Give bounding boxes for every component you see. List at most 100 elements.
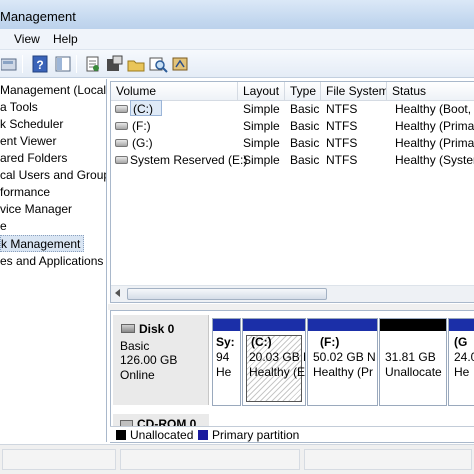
partition-bar <box>380 319 446 331</box>
partition-size: 50.02 GB N <box>313 350 376 364</box>
partition-status: He <box>454 365 470 379</box>
tree-item-shared-folders[interactable]: ared Folders <box>0 150 70 167</box>
toolbar-separator <box>22 55 23 73</box>
tree-item-device-manager[interactable]: vice Manager <box>0 201 75 218</box>
legend: Unallocated Primary partition <box>110 426 474 442</box>
disk-name: Disk 0 <box>139 322 175 336</box>
tree-item-event-viewer[interactable]: ent Viewer <box>0 133 59 150</box>
volume-status: Healthy (Primary <box>395 136 474 150</box>
partition-status: Healthy (E <box>249 365 306 379</box>
column-header-volume[interactable]: Volume <box>111 82 238 101</box>
partition-system-reserved[interactable]: Sy: 94 He <box>212 318 241 406</box>
menu-help[interactable]: Help <box>53 32 78 46</box>
partition-name: (G <box>454 335 468 349</box>
toolbar-separator <box>76 55 77 73</box>
volume-file-system: NTFS <box>326 136 358 150</box>
disk-0-label[interactable]: Disk 0 Basic 126.00 GB Online <box>113 315 209 405</box>
status-segment <box>2 449 116 470</box>
search-icon[interactable] <box>148 54 168 73</box>
volume-status: Healthy (Boot, Pa <box>395 102 474 116</box>
legend-swatch-unallocated <box>116 430 126 440</box>
disk-type: Basic <box>120 339 150 353</box>
wizard-icon[interactable] <box>170 54 189 73</box>
status-bar <box>0 444 474 474</box>
disk-icon[interactable] <box>0 54 17 73</box>
partition-status: Healthy (Pr <box>313 365 374 379</box>
legend-label-unallocated: Unallocated <box>130 428 194 442</box>
column-header-file-system[interactable]: File System <box>321 82 387 101</box>
partition-name: Sy: <box>216 335 235 349</box>
volume-name[interactable]: (G:) <box>132 135 153 151</box>
volume-icon <box>115 105 128 113</box>
partition-size: 20.03 GB N <box>249 350 306 364</box>
partition-name: (F:) <box>320 335 340 349</box>
status-segment <box>304 449 472 470</box>
settings-icon[interactable] <box>104 54 123 73</box>
volume-icon <box>115 139 128 147</box>
volume-layout: Simple <box>243 153 280 167</box>
partition-bar <box>308 319 377 331</box>
partition-size: 94 <box>216 350 230 364</box>
column-header-type[interactable]: Type <box>285 82 321 101</box>
open-folder-icon[interactable] <box>126 54 145 73</box>
volume-status: Healthy (System <box>395 153 474 167</box>
volume-layout: Simple <box>243 136 280 150</box>
volume-type: Basic <box>290 153 320 167</box>
menu-view[interactable]: View <box>14 32 40 46</box>
volume-icon <box>115 122 128 130</box>
scroll-left-icon[interactable] <box>115 289 120 297</box>
tree-item-local-users-groups[interactable]: cal Users and Groups <box>0 167 106 184</box>
partition-f[interactable]: (F:) 50.02 GB N Healthy (Pr <box>307 318 378 406</box>
partition-bar <box>449 319 474 331</box>
tree-item-system-tools[interactable]: a Tools <box>0 99 41 116</box>
legend-label-primary: Primary partition <box>212 428 300 442</box>
partition-bar <box>213 319 240 331</box>
partition-status: He <box>216 365 232 379</box>
volume-icon <box>115 156 128 164</box>
volume-name[interactable]: (C:) <box>130 100 162 116</box>
horizontal-scrollbar[interactable] <box>111 285 474 302</box>
status-segment <box>120 449 300 470</box>
column-header-status[interactable]: Status <box>387 82 474 101</box>
volume-file-system: NTFS <box>326 153 358 167</box>
partition-size: 31.81 GB <box>385 350 436 364</box>
legend-swatch-primary <box>198 430 208 440</box>
disk-map: Disk 0 Basic 126.00 GB Online Sy: 94 He … <box>110 310 474 443</box>
navigation-tree: Management (Local a Tools k Scheduler en… <box>0 79 107 442</box>
disk-state: Online <box>120 368 155 382</box>
properties-icon[interactable] <box>82 54 101 73</box>
scrollbar-thumb[interactable] <box>127 288 327 300</box>
volume-status: Healthy (Primary <box>395 119 474 133</box>
volume-list: Volume Layout Type File System Status (C… <box>110 81 474 303</box>
volume-file-system: NTFS <box>326 119 358 133</box>
volume-name[interactable]: System Reserved (E:) <box>130 152 247 168</box>
partition-unallocated[interactable]: 31.81 GB Unallocate <box>379 318 447 406</box>
partition-bar <box>243 319 305 331</box>
column-header-layout[interactable]: Layout <box>238 82 285 101</box>
partition-status: Unallocate <box>385 365 442 379</box>
volume-file-system: NTFS <box>326 102 358 116</box>
volume-type: Basic <box>290 119 320 133</box>
tree-item-task-scheduler[interactable]: k Scheduler <box>0 116 66 133</box>
tree-item-disk-management[interactable]: k Management <box>0 235 85 252</box>
window-title: Management <box>0 9 76 24</box>
help-icon[interactable]: ? <box>30 54 49 73</box>
volume-type: Basic <box>290 136 320 150</box>
panel-icon[interactable] <box>53 54 72 73</box>
menu-bar: View Help <box>0 29 474 50</box>
toolbar: ? <box>0 50 474 78</box>
volume-layout: Simple <box>243 119 280 133</box>
volume-name[interactable]: (F:) <box>132 118 151 134</box>
tree-item-storage[interactable]: e <box>0 218 10 235</box>
partition-c[interactable]: (C:) 20.03 GB N Healthy (E <box>242 318 306 406</box>
partition-g[interactable]: (G 24.0 He <box>448 318 474 406</box>
partition-name: (C:) <box>251 335 272 349</box>
disk-size: 126.00 GB <box>120 353 178 367</box>
volume-type: Basic <box>290 102 320 116</box>
tree-item-services-applications[interactable]: es and Applications <box>0 253 106 270</box>
tree-item-computer-management[interactable]: Management (Local <box>0 82 106 99</box>
disk-icon <box>121 324 135 333</box>
tree-item-performance[interactable]: formance <box>0 184 53 201</box>
svg-text:?: ? <box>36 58 43 72</box>
partition-size: 24.0 <box>454 350 474 364</box>
